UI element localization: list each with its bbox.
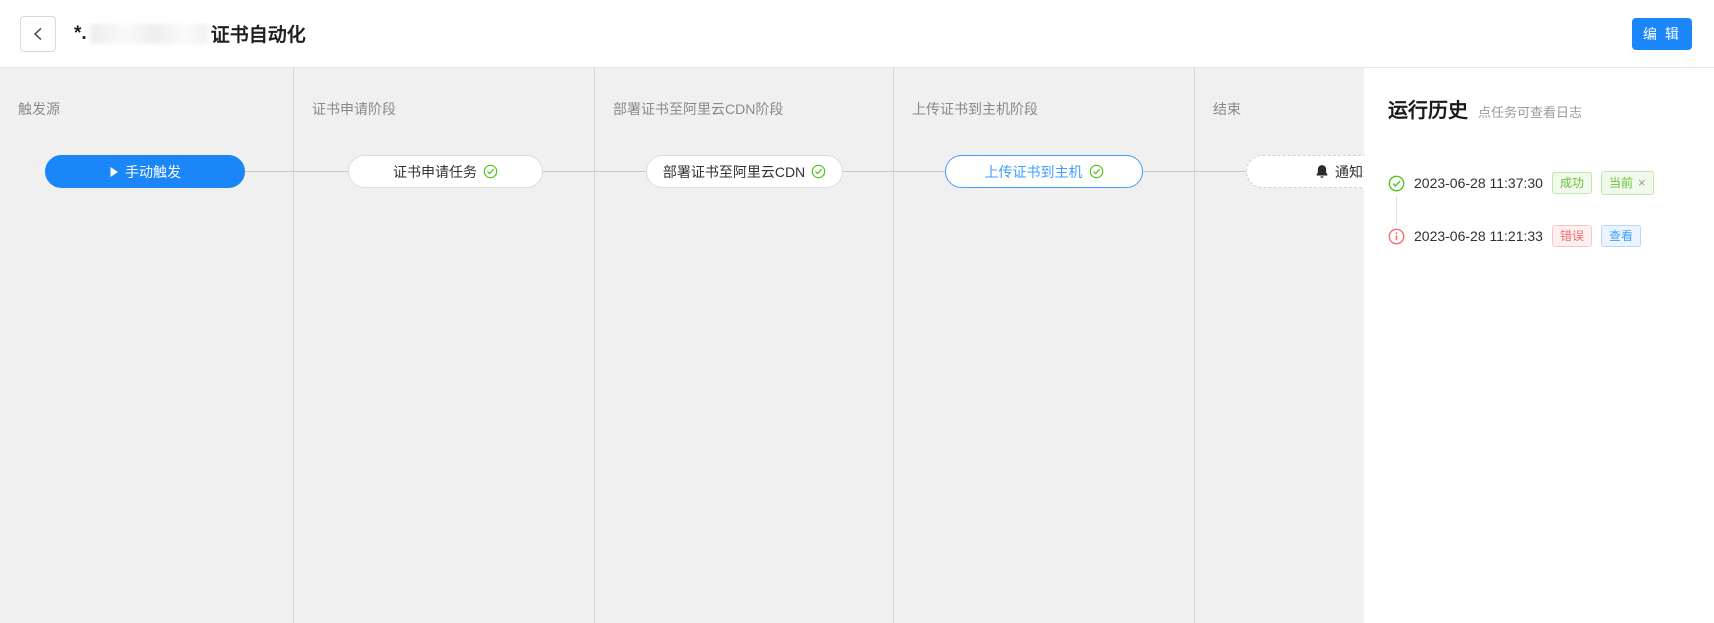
- connector-line: [1143, 171, 1246, 172]
- connector-line: [245, 171, 348, 172]
- check-circle-icon: [1388, 175, 1405, 192]
- run-entry-success: 2023-06-28 11:37:30 成功 当前 ×: [1388, 171, 1690, 195]
- node-upload-host[interactable]: 上传证书到主机: [945, 155, 1143, 188]
- stage-label: 上传证书到主机阶段: [894, 68, 1194, 119]
- node-label: 手动触发: [125, 162, 181, 182]
- page-header: *. 证书自动化 编 辑: [0, 0, 1714, 68]
- current-badge-label: 当前: [1609, 175, 1633, 191]
- stage-column-cert-apply: 证书申请阶段: [294, 68, 595, 623]
- edit-button[interactable]: 编 辑: [1632, 18, 1692, 50]
- stage-label: 触发源: [0, 68, 293, 119]
- run-history-title: 运行历史: [1388, 94, 1468, 123]
- page-title: *. 证书自动化: [74, 20, 306, 47]
- status-badge-error: 错误: [1552, 225, 1592, 247]
- stage-label: 证书申请阶段: [294, 68, 594, 119]
- view-log-badge[interactable]: 查看: [1601, 225, 1641, 247]
- run-history-header: 运行历史 点任务可查看日志: [1388, 94, 1690, 123]
- close-icon[interactable]: ×: [1638, 174, 1646, 192]
- back-button[interactable]: [20, 16, 56, 52]
- node-label: 证书申请任务: [393, 162, 477, 182]
- stage-column-deploy-cdn: 部署证书至阿里云CDN阶段: [595, 68, 894, 623]
- title-prefix: *.: [74, 23, 87, 45]
- bell-icon: [1315, 164, 1329, 179]
- run-timestamp: 2023-06-28 11:37:30: [1414, 175, 1543, 191]
- run-entry-error: 2023-06-28 11:21:33 错误 查看: [1388, 224, 1690, 248]
- pipeline-canvas: 触发源 证书申请阶段 部署证书至阿里云CDN阶段 上传证书到主机阶段 结束 手动…: [0, 68, 1714, 623]
- run-history-panel: 运行历史 点任务可查看日志 2023-06-28 11:37:30 成功 当前 ×…: [1364, 68, 1714, 623]
- error-circle-icon: [1388, 228, 1405, 245]
- play-icon: [109, 166, 119, 178]
- run-history-list: 2023-06-28 11:37:30 成功 当前 × 2023-06-28 11…: [1388, 171, 1690, 248]
- stage-label: 部署证书至阿里云CDN阶段: [595, 68, 893, 119]
- run-timestamp: 2023-06-28 11:21:33: [1414, 228, 1543, 244]
- node-label: 上传证书到主机: [985, 162, 1083, 182]
- connector-line: [543, 171, 646, 172]
- redacted-text: [90, 24, 208, 44]
- node-deploy-cdn[interactable]: 部署证书至阿里云CDN: [646, 155, 843, 188]
- check-circle-icon: [483, 164, 498, 179]
- current-badge: 当前 ×: [1601, 171, 1654, 195]
- node-manual-trigger[interactable]: 手动触发: [45, 155, 245, 188]
- title-suffix: 证书自动化: [211, 20, 306, 47]
- run-history-subtitle: 点任务可查看日志: [1478, 102, 1582, 121]
- status-badge-success: 成功: [1552, 172, 1592, 194]
- check-circle-icon: [1089, 164, 1104, 179]
- stage-column-upload-host: 上传证书到主机阶段: [894, 68, 1195, 623]
- chevron-left-icon: [32, 27, 44, 41]
- node-label: 部署证书至阿里云CDN: [663, 162, 805, 182]
- timeline-connector: [1396, 196, 1397, 224]
- connector-line: [843, 171, 945, 172]
- check-circle-icon: [811, 164, 826, 179]
- node-cert-apply-task[interactable]: 证书申请任务: [348, 155, 543, 188]
- stage-column-trigger: 触发源: [0, 68, 294, 623]
